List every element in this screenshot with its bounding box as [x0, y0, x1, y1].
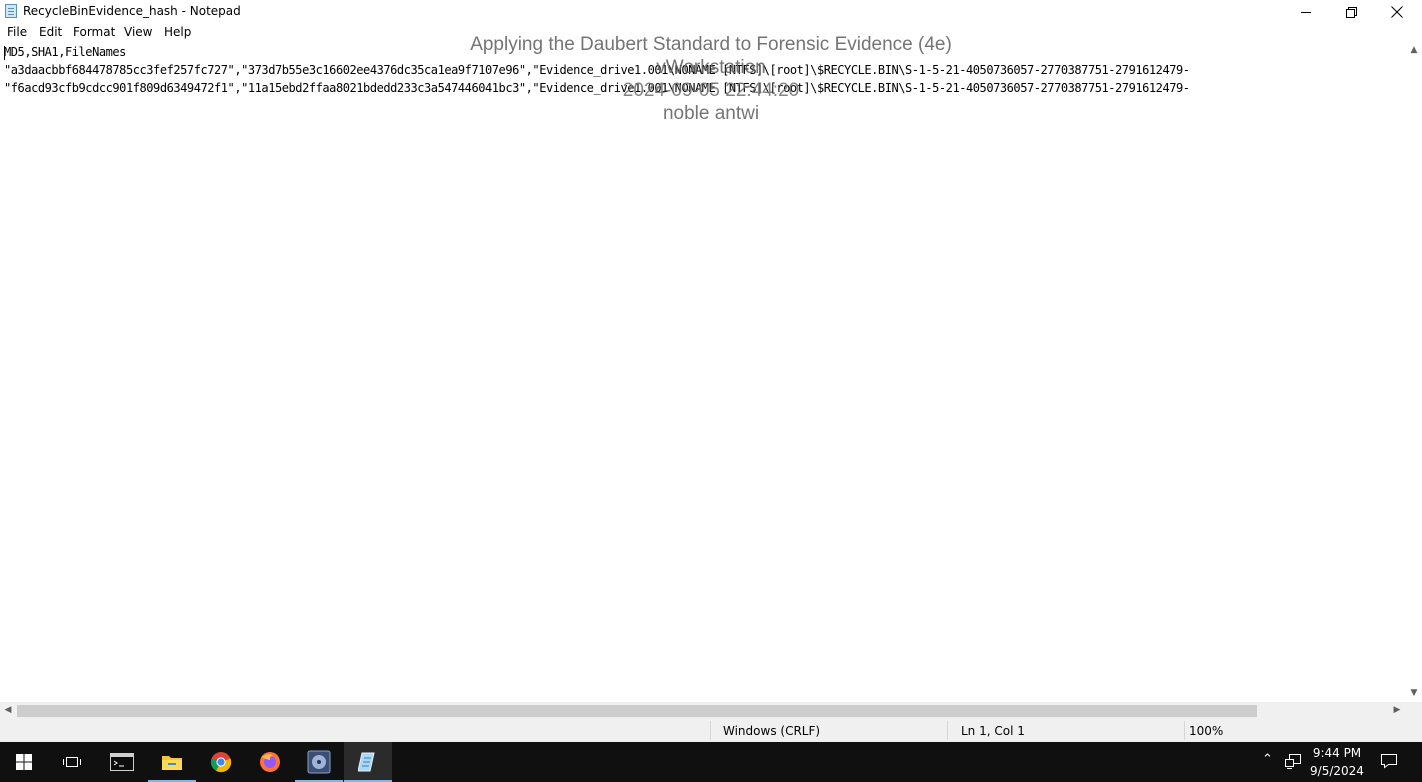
horizontal-scrollbar[interactable]: ◀ ▶: [0, 702, 1406, 719]
notepad-icon: [5, 4, 17, 18]
restore-button[interactable]: [1328, 0, 1374, 24]
system-clock[interactable]: 9:44 PM 9/5/2024: [1306, 744, 1368, 780]
show-hidden-icons-icon[interactable]: ⌃: [1262, 752, 1273, 767]
scrollbar-corner: [1406, 702, 1422, 719]
status-bar: Windows (CRLF) Ln 1, Col 1 100%: [0, 719, 1422, 742]
clock-date: 9/5/2024: [1310, 764, 1364, 778]
text-caret: [4, 46, 5, 60]
menu-view[interactable]: View: [124, 25, 152, 39]
notification-center-icon[interactable]: [1380, 752, 1398, 774]
ftk-imager-taskbar-button[interactable]: [295, 742, 343, 782]
editor-line: MD5,SHA1,FileNames: [4, 45, 126, 59]
text-editor[interactable]: MD5,SHA1,FileNames "a3daacbbf684478785cc…: [0, 43, 1406, 702]
scroll-left-icon[interactable]: ◀: [0, 705, 16, 715]
vertical-scrollbar[interactable]: ▲ ▼: [1406, 43, 1422, 702]
zoom-status: 100%: [1189, 724, 1224, 738]
watermark: Applying the Daubert Standard to Forensi…: [420, 33, 1002, 125]
disk-imager-icon: [307, 750, 331, 774]
firefox-icon: [260, 752, 280, 772]
line-ending-status: Windows (CRLF): [723, 724, 821, 738]
status-divider: [710, 721, 711, 740]
scroll-right-icon[interactable]: ▶: [1389, 705, 1405, 715]
firefox-taskbar-button[interactable]: [246, 742, 294, 782]
clock-time: 9:44 PM: [1312, 746, 1362, 760]
menu-edit[interactable]: Edit: [39, 25, 62, 39]
status-divider: [1184, 721, 1185, 740]
chrome-taskbar-button[interactable]: [197, 742, 245, 782]
chrome-icon: [210, 752, 232, 773]
network-icon[interactable]: [1284, 752, 1302, 774]
scroll-up-icon[interactable]: ▲: [1406, 45, 1422, 55]
watermark-course: Applying the Daubert Standard to Forensi…: [470, 34, 952, 55]
terminal-icon: [110, 753, 134, 771]
menu-file[interactable]: File: [7, 25, 27, 39]
windows-logo-icon: [16, 754, 32, 770]
scroll-down-icon[interactable]: ▼: [1406, 688, 1422, 698]
cursor-position-status: Ln 1, Col 1: [961, 724, 1025, 738]
window-title: RecycleBinEvidence_hash - Notepad: [23, 4, 241, 18]
start-button[interactable]: [0, 742, 48, 782]
watermark-timestamp: 2024-09-05 22:44:20: [622, 80, 800, 101]
minimize-button[interactable]: [1283, 0, 1329, 24]
terminal-taskbar-button[interactable]: [98, 742, 146, 782]
taskbar: ⌃ 9:44 PM 9/5/2024: [0, 742, 1422, 782]
minimize-icon: [1301, 12, 1311, 13]
title-bar: RecycleBinEvidence_hash - Notepad: [0, 0, 1422, 24]
close-button[interactable]: [1374, 0, 1420, 24]
notepad-taskbar-button[interactable]: [344, 742, 392, 782]
menu-help[interactable]: Help: [164, 25, 191, 39]
task-view-icon: [63, 757, 81, 767]
task-view-button[interactable]: [48, 742, 96, 782]
close-icon: [1391, 6, 1403, 18]
watermark-user: noble antwi: [662, 103, 760, 124]
folder-icon: [162, 756, 182, 770]
watermark-workstation: vWorkstation: [656, 57, 766, 78]
file-explorer-taskbar-button[interactable]: [148, 742, 196, 782]
horizontal-scroll-thumb[interactable]: [17, 705, 1257, 717]
status-divider: [947, 721, 948, 740]
notepad-icon: [358, 752, 375, 772]
menu-format[interactable]: Format: [73, 25, 115, 39]
restore-icon: [1345, 6, 1357, 18]
